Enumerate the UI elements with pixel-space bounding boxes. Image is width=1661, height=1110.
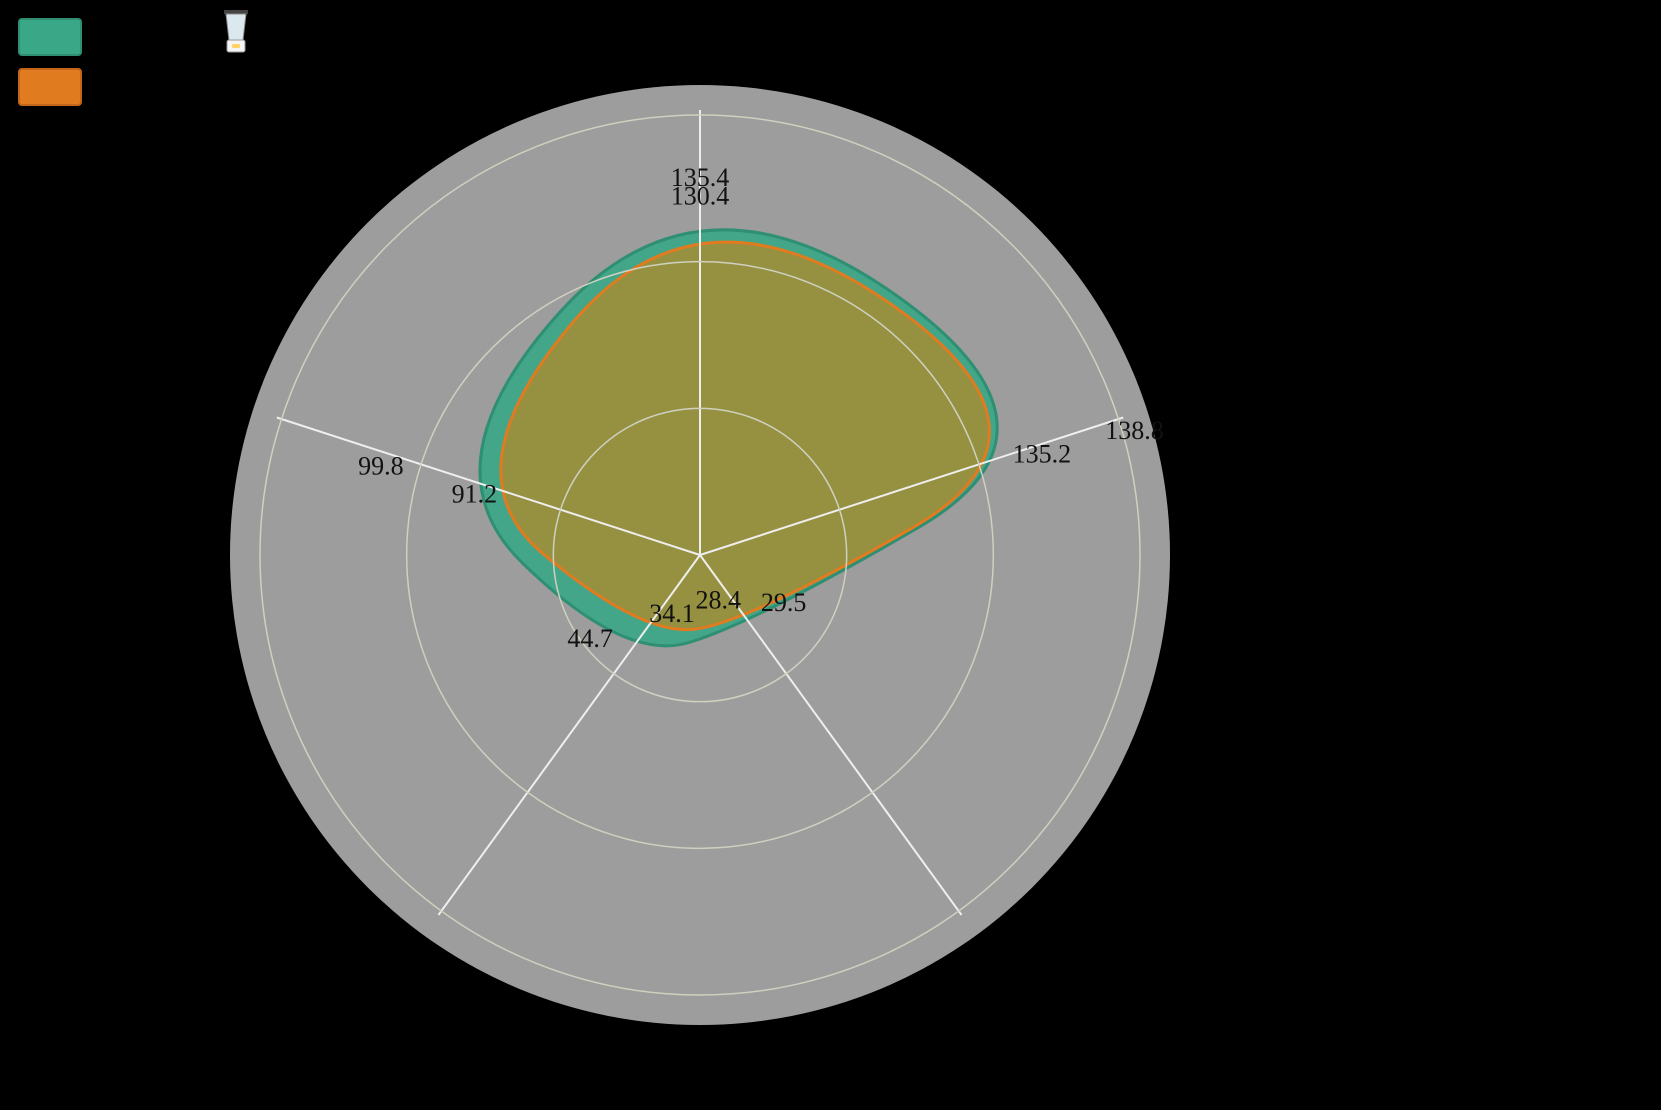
radar-chart: 135.4138.829.544.799.8130.4135.228.434.1… — [0, 0, 1661, 1110]
data-label: 34.1 — [649, 599, 695, 628]
data-label: 44.7 — [567, 624, 613, 653]
data-label: 29.5 — [761, 588, 807, 617]
data-label: 99.8 — [358, 452, 404, 481]
data-label: 91.2 — [452, 479, 498, 508]
data-label: 28.4 — [695, 585, 741, 614]
data-label: 130.4 — [671, 181, 730, 210]
data-label: 138.8 — [1105, 416, 1164, 445]
data-label: 135.2 — [1013, 439, 1072, 468]
